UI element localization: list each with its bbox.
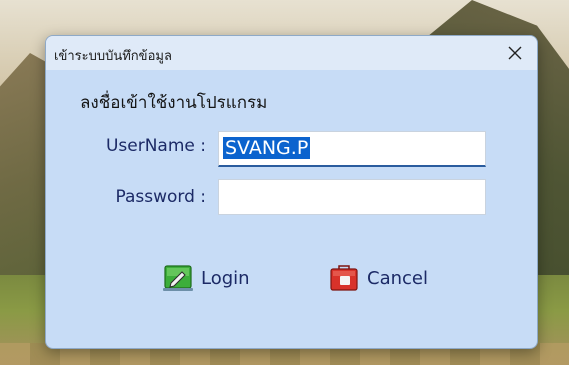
username-label: UserName : (105, 136, 206, 156)
cancel-button[interactable]: Cancel (328, 261, 428, 295)
cancel-label: Cancel (367, 267, 428, 289)
dialog-heading: ลงชื่อเข้าใช้งานโปรแกรม (80, 93, 268, 113)
username-input[interactable]: SVANG.P (218, 131, 486, 167)
login-icon (163, 265, 193, 291)
username-value: SVANG.P (223, 137, 311, 159)
login-dialog: เข้าระบบบันทึกข้อมูล ลงชื่อเข้าใช้งานโปร… (45, 35, 538, 349)
dialog-titlebar: เข้าระบบบันทึกข้อมูล (46, 36, 537, 70)
password-label: Password : (115, 187, 206, 207)
close-button[interactable] (501, 40, 529, 66)
login-label: Login (201, 267, 250, 289)
password-input[interactable] (218, 179, 486, 215)
cancel-icon (330, 265, 358, 291)
login-button[interactable]: Login (162, 261, 250, 295)
close-icon (508, 46, 522, 60)
dialog-title: เข้าระบบบันทึกข้อมูล (54, 49, 172, 64)
